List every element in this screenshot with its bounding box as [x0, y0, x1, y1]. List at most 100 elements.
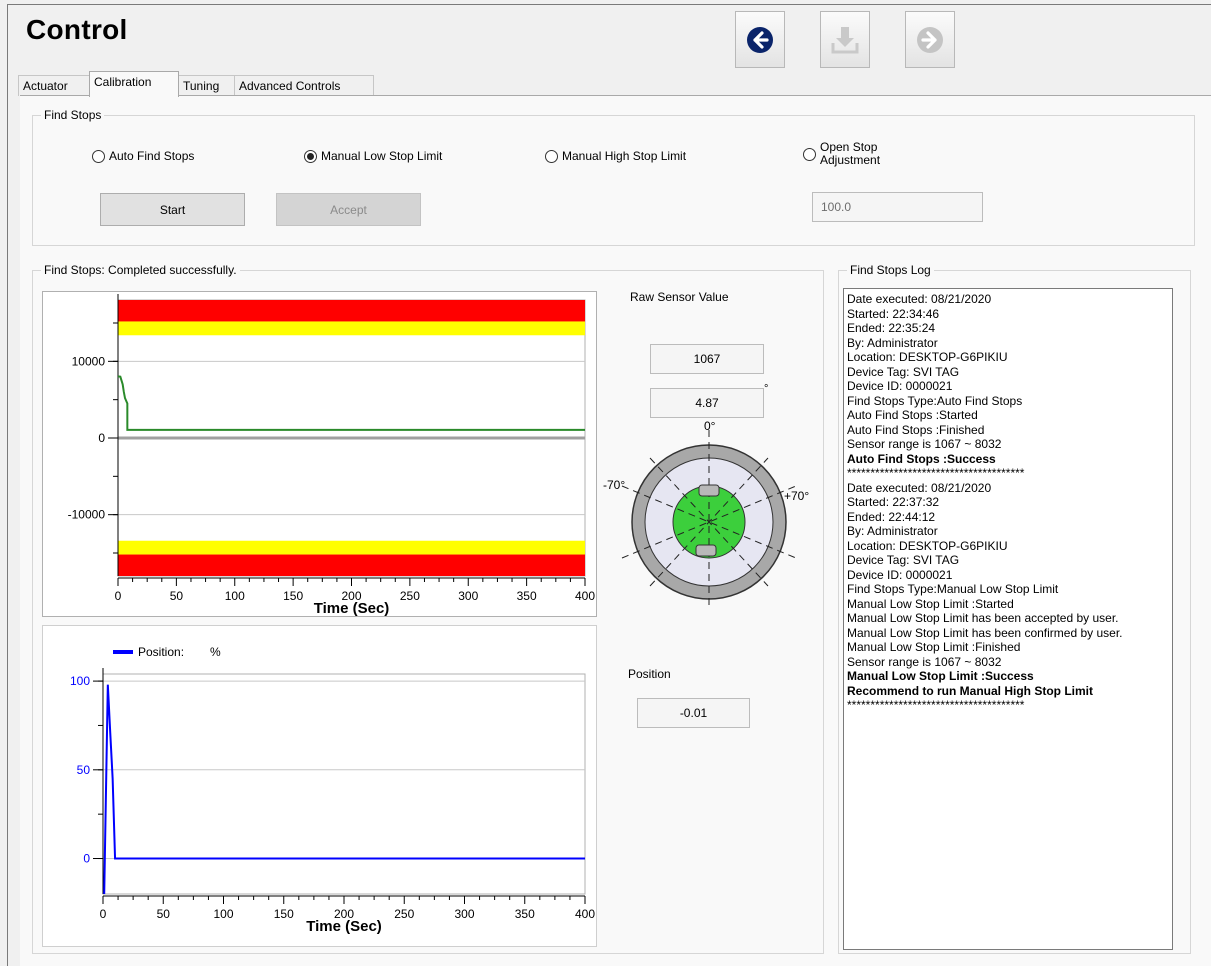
radio-button-circle[interactable] — [803, 147, 816, 161]
x-tick-label: 50 — [157, 907, 171, 921]
y-tick-label: 50 — [77, 763, 91, 777]
forward-button[interactable] — [905, 11, 955, 68]
tab-advanced-controls[interactable]: Advanced Controls — [234, 75, 374, 96]
log-line: ************************************** — [847, 466, 1025, 480]
log-line: Location: DESKTOP-G6PIKIU — [847, 350, 1008, 364]
log-line: Manual Low Stop Limit :Finished — [847, 640, 1021, 654]
log-line: ************************************** — [847, 698, 1025, 712]
red-limit-band — [118, 300, 585, 322]
position-chart-panel: 100 50 0 0 50 100 150 200 250 300 350 400 Time (Sec)… — [42, 625, 597, 947]
x-tick-label: 250 — [394, 907, 414, 921]
arrow-right-circle-icon — [917, 26, 943, 53]
log-line: Started: 22:37:32 — [847, 495, 940, 509]
radio-manual-low-stop-limit[interactable]: Manual Low Stop Limit — [304, 149, 442, 163]
radio-open-stop-adjustment[interactable]: Open Stop Adjustment — [803, 141, 880, 167]
log-line: Find Stops Type:Auto Find Stops — [847, 393, 1023, 408]
log-line: By: Administrator — [847, 335, 938, 350]
yellow-limit-band — [118, 321, 585, 336]
legend-unit: % — [210, 645, 221, 659]
find-stops-group-label: Find Stops — [41, 108, 105, 122]
sensor-dial: 0° -70° +70° — [603, 419, 809, 610]
radio-label-line-2: Adjustment — [820, 153, 881, 167]
radio-auto-find-stops[interactable]: Auto Find Stops — [92, 149, 194, 163]
log-line: Location: DESKTOP-G6PIKIU — [847, 538, 1008, 553]
x-tick-label: 400 — [575, 589, 595, 603]
log-line: Started: 22:34:46 — [847, 306, 940, 321]
position-label: Position — [628, 667, 671, 681]
dial-marker-top — [698, 484, 720, 497]
x-tick-label: 150 — [274, 907, 294, 921]
raw-sensor-chart-panel: 10000 0 -10000 0 50 100 150 200 250 300 350 400 Time… — [42, 291, 597, 617]
arrow-left-circle-icon — [747, 26, 773, 53]
tab-tuning[interactable]: Tuning — [178, 75, 235, 96]
log-line: Ended: 22:44:12 — [847, 509, 936, 524]
log-line: Sensor range is 1067 ~ 8032 — [847, 654, 1002, 669]
y-tick-label: -10000 — [68, 508, 106, 522]
x-tick-label: 150 — [283, 589, 303, 603]
x-tick-label: 400 — [575, 907, 595, 921]
log-line: Manual Low Stop Limit has been confirmed… — [847, 625, 1123, 640]
position-value-field: -0.01 — [637, 698, 750, 728]
red-limit-band — [118, 554, 585, 576]
x-tick-label: 300 — [458, 589, 478, 603]
status-group-label: Find Stops: Completed successfully. — [41, 263, 240, 277]
raw-sensor-value-field: 1067 — [650, 344, 764, 374]
log-line: Date executed: 08/21/2020 — [847, 292, 992, 306]
x-tick-label: 100 — [213, 907, 233, 921]
dial-label-plus-70: +70° — [784, 489, 809, 503]
x-tick-label: 0 — [100, 907, 107, 921]
x-axis-label: Time (Sec) — [314, 600, 390, 617]
log-line: Auto Find Stops :Finished — [847, 422, 985, 437]
x-tick-label: 350 — [517, 589, 537, 603]
tab-actuator[interactable]: Actuator — [18, 75, 90, 96]
x-axis-label: Time (Sec) — [306, 918, 382, 935]
radio-button-circle[interactable] — [545, 149, 558, 163]
raw-sensor-value-label: Raw Sensor Value — [630, 290, 729, 304]
back-button[interactable] — [735, 11, 785, 68]
x-tick-label: 250 — [400, 589, 420, 603]
y-tick-label: 100 — [70, 674, 90, 688]
find-stops-log-textbox[interactable]: Date executed: 08/21/2020 Started: 22:34:… — [843, 288, 1173, 950]
x-tick-label: 350 — [515, 907, 535, 921]
raw-sensor-chart: 100000-100000 50 100 150 200 250 300 350 400Time… — [68, 294, 595, 617]
log-line: Auto Find Stops :Started — [847, 408, 978, 422]
position-chart: 1005000 50 100 150 200 250 300 350 400Time (Sec)… — [70, 645, 595, 935]
plot-area — [102, 673, 586, 895]
radio-label: Auto Find Stops — [109, 149, 195, 163]
radio-manual-high-stop-limit[interactable]: Manual High Stop Limit — [545, 149, 686, 163]
radio-label: Manual High Stop Limit — [562, 149, 687, 163]
log-line: Sensor range is 1067 ~ 8032 — [847, 437, 1002, 451]
log-line: Device ID: 0000021 — [847, 567, 953, 582]
log-line: Manual Low Stop Limit has been accepted … — [847, 611, 1119, 625]
open-stop-value-field[interactable]: 100.0 — [812, 192, 983, 222]
x-tick-label: 0 — [115, 589, 122, 603]
tab-calibration[interactable]: Calibration — [89, 71, 179, 97]
log-line: Find Stops Type:Manual Low Stop Limit — [847, 582, 1059, 596]
radio-label-two-line: Open Stop Adjustment — [820, 141, 880, 167]
y-tick-label: 0 — [98, 431, 105, 445]
log-line: Device Tag: SVI TAG — [847, 364, 960, 379]
find-stops-group: Find Stops — [32, 108, 1195, 246]
page-title: Control — [26, 14, 128, 45]
log-line: Device ID: 0000021 — [847, 379, 953, 393]
log-line: By: Administrator — [847, 524, 938, 538]
accept-button[interactable]: Accept — [276, 193, 421, 226]
log-line: Recommend to run Manual High Stop Limit — [847, 683, 1093, 698]
y-tick-label: 0 — [83, 852, 90, 866]
download-icon — [831, 26, 859, 53]
download-button[interactable] — [820, 11, 870, 68]
log-line: Manual Low Stop Limit :Started — [847, 596, 1014, 611]
log-line: Ended: 22:35:24 — [847, 321, 936, 335]
dial-label-minus-70: -70° — [603, 478, 625, 492]
dial-label-0: 0° — [704, 419, 716, 433]
start-button[interactable]: Start — [100, 193, 245, 226]
legend-label: Position: — [138, 645, 184, 659]
find-stops-log-group-label: Find Stops Log — [847, 263, 934, 277]
dial-marker-bottom — [695, 544, 717, 557]
radio-button-circle-selected[interactable] — [304, 149, 317, 163]
radio-button-circle[interactable] — [92, 149, 105, 163]
y-tick-label: 10000 — [72, 354, 106, 368]
log-line: Auto Find Stops :Success — [847, 451, 996, 466]
x-tick-label: 50 — [170, 589, 184, 603]
radio-label: Manual Low Stop Limit — [321, 149, 443, 163]
